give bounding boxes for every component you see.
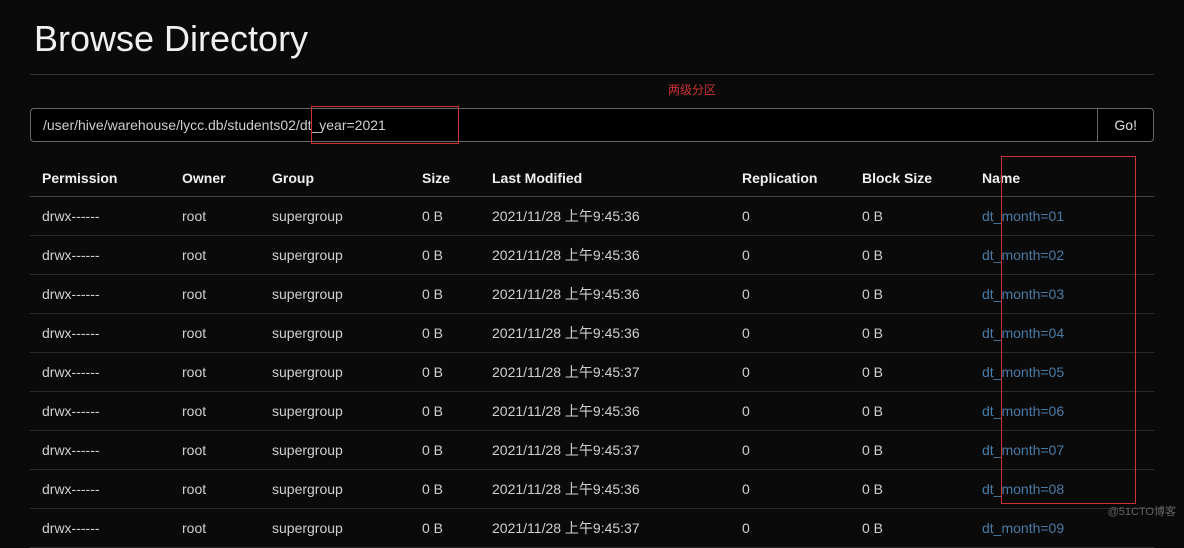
cell-name[interactable]: dt_month=03 [970,275,1154,314]
cell-last-modified: 2021/11/28 上午9:45:36 [480,392,730,431]
cell-owner: root [170,431,260,470]
cell-last-modified: 2021/11/28 上午9:45:37 [480,431,730,470]
table-row: drwx------rootsupergroup0 B2021/11/28 上午… [30,509,1154,548]
cell-block-size: 0 B [850,470,970,509]
cell-group: supergroup [260,509,410,548]
cell-owner: root [170,197,260,236]
path-bar: Go! [30,108,1154,142]
cell-owner: root [170,392,260,431]
cell-replication: 0 [730,197,850,236]
cell-permission: drwx------ [30,431,170,470]
cell-last-modified: 2021/11/28 上午9:45:36 [480,314,730,353]
cell-size: 0 B [410,353,480,392]
cell-block-size: 0 B [850,314,970,353]
cell-name[interactable]: dt_month=07 [970,431,1154,470]
cell-owner: root [170,509,260,548]
cell-owner: root [170,314,260,353]
cell-group: supergroup [260,392,410,431]
cell-permission: drwx------ [30,509,170,548]
cell-size: 0 B [410,431,480,470]
cell-permission: drwx------ [30,275,170,314]
cell-size: 0 B [410,509,480,548]
cell-size: 0 B [410,275,480,314]
table-row: drwx------rootsupergroup0 B2021/11/28 上午… [30,236,1154,275]
cell-last-modified: 2021/11/28 上午9:45:37 [480,353,730,392]
table-row: drwx------rootsupergroup0 B2021/11/28 上午… [30,197,1154,236]
cell-group: supergroup [260,470,410,509]
table-row: drwx------rootsupergroup0 B2021/11/28 上午… [30,431,1154,470]
path-input[interactable] [30,108,1098,142]
cell-group: supergroup [260,236,410,275]
col-size[interactable]: Size [410,160,480,197]
col-group[interactable]: Group [260,160,410,197]
page-title: Browse Directory [30,0,1154,75]
cell-group: supergroup [260,431,410,470]
cell-permission: drwx------ [30,353,170,392]
cell-last-modified: 2021/11/28 上午9:45:36 [480,275,730,314]
cell-permission: drwx------ [30,470,170,509]
table-header-row: Permission Owner Group Size Last Modifie… [30,160,1154,197]
col-replication[interactable]: Replication [730,160,850,197]
cell-name[interactable]: dt_month=05 [970,353,1154,392]
col-owner[interactable]: Owner [170,160,260,197]
cell-owner: root [170,353,260,392]
cell-last-modified: 2021/11/28 上午9:45:36 [480,236,730,275]
cell-block-size: 0 B [850,275,970,314]
cell-group: supergroup [260,353,410,392]
cell-owner: root [170,275,260,314]
cell-block-size: 0 B [850,197,970,236]
cell-last-modified: 2021/11/28 上午9:45:37 [480,509,730,548]
col-last-modified[interactable]: Last Modified [480,160,730,197]
table-row: drwx------rootsupergroup0 B2021/11/28 上午… [30,275,1154,314]
cell-last-modified: 2021/11/28 上午9:45:36 [480,470,730,509]
cell-block-size: 0 B [850,392,970,431]
cell-group: supergroup [260,275,410,314]
table-row: drwx------rootsupergroup0 B2021/11/28 上午… [30,353,1154,392]
cell-block-size: 0 B [850,431,970,470]
cell-replication: 0 [730,392,850,431]
cell-owner: root [170,470,260,509]
cell-replication: 0 [730,431,850,470]
col-name[interactable]: Name [970,160,1154,197]
cell-name[interactable]: dt_month=01 [970,197,1154,236]
table-row: drwx------rootsupergroup0 B2021/11/28 上午… [30,314,1154,353]
cell-group: supergroup [260,314,410,353]
cell-owner: root [170,236,260,275]
go-button[interactable]: Go! [1098,108,1154,142]
cell-last-modified: 2021/11/28 上午9:45:36 [480,197,730,236]
cell-replication: 0 [730,509,850,548]
table-row: drwx------rootsupergroup0 B2021/11/28 上午… [30,470,1154,509]
table-row: drwx------rootsupergroup0 B2021/11/28 上午… [30,392,1154,431]
cell-size: 0 B [410,392,480,431]
cell-size: 0 B [410,236,480,275]
cell-name[interactable]: dt_month=04 [970,314,1154,353]
cell-block-size: 0 B [850,509,970,548]
cell-replication: 0 [730,470,850,509]
cell-replication: 0 [730,275,850,314]
annotation-label: 两级分区 [130,75,1184,100]
directory-table: Permission Owner Group Size Last Modifie… [30,160,1154,548]
cell-permission: drwx------ [30,314,170,353]
cell-permission: drwx------ [30,392,170,431]
cell-name[interactable]: dt_month=06 [970,392,1154,431]
cell-name[interactable]: dt_month=02 [970,236,1154,275]
watermark: @51CTO博客 [1108,503,1176,519]
col-permission[interactable]: Permission [30,160,170,197]
cell-replication: 0 [730,353,850,392]
cell-size: 0 B [410,470,480,509]
cell-permission: drwx------ [30,197,170,236]
cell-size: 0 B [410,197,480,236]
cell-size: 0 B [410,314,480,353]
cell-block-size: 0 B [850,236,970,275]
cell-block-size: 0 B [850,353,970,392]
cell-permission: drwx------ [30,236,170,275]
cell-replication: 0 [730,314,850,353]
cell-group: supergroup [260,197,410,236]
col-block-size[interactable]: Block Size [850,160,970,197]
cell-replication: 0 [730,236,850,275]
